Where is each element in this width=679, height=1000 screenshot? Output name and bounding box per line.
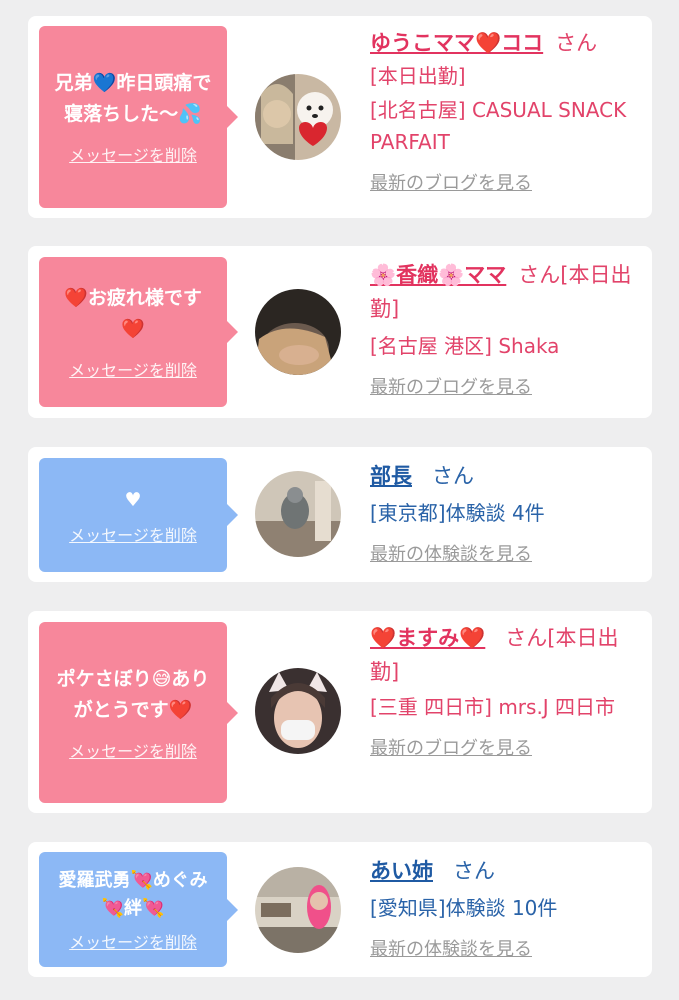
delete-message-link[interactable]: メッセージを削除 [69,522,197,546]
avatar[interactable] [255,867,341,953]
shop-line: [名古屋 港区] Shaka [370,334,560,358]
honorific: さん [555,31,598,55]
message-bubble: ♥ メッセージを削除 [39,458,238,572]
blog-link[interactable]: 最新のブログを見る [370,735,532,763]
card: ♥ メッセージを削除 部長 さん [東京都]体験談 4件 最新の体験談を見る [28,447,652,582]
review-count-line: [愛知県]体験談 10件 [370,896,558,920]
card: 愛羅武勇💘めぐみ💘絆💘 メッセージを削除 あい姉 さん [愛知県]体験談 10件 … [28,842,652,977]
review-count-line: [東京都]体験談 4件 [370,501,545,525]
avatar[interactable] [255,74,341,160]
avatar[interactable] [255,668,341,754]
honorific: さん [432,464,474,488]
name-line: あい姉 さん [370,854,638,888]
profile-name-link[interactable]: ❤️ますみ❤️ [370,626,485,650]
profile-info: ❤️ますみ❤️ さん[本日出勤] [三重 四日市] mrs.J 四日市 最新のブロ… [370,621,638,763]
honorific: さん [453,859,495,883]
delete-message-link[interactable]: メッセージを削除 [69,142,197,166]
name-line: 部長 さん [370,459,638,493]
card: 兄弟💙昨日頭痛で寝落ちした〜💦 メッセージを削除 ゆうこママ❤️ココ さん [本日… [28,16,652,218]
profile-name-link[interactable]: あい姉 [370,859,433,883]
name-line: 🌸香織🌸ママ さん[本日出勤] [370,258,638,326]
profile-info: あい姉 さん [愛知県]体験談 10件 最新の体験談を見る [370,854,638,964]
delete-message-link[interactable]: メッセージを削除 [69,357,197,381]
name-line: ゆうこママ❤️ココ さん [370,26,638,60]
profile-info: 🌸香織🌸ママ さん[本日出勤] [名古屋 港区] Shaka 最新のブログを見る [370,258,638,402]
delete-message-link[interactable]: メッセージを削除 [69,738,197,762]
avatar-photo-icon [255,668,341,754]
message-text: ❤️お疲れ様です❤️ [64,287,202,340]
blog-link[interactable]: 最新のブログを見る [370,374,532,402]
card: ポケさぼり😅ありがとうです❤️ メッセージを削除 ❤️ますみ❤️ さん[本日出勤]… [28,611,652,813]
profile-name-link[interactable]: 🌸香織🌸ママ [370,263,506,287]
message-bubble: ポケさぼり😅ありがとうです❤️ メッセージを削除 [39,622,238,803]
blog-link[interactable]: 最新のブログを見る [370,170,532,198]
message-text: ♥ [124,488,142,511]
avatar-photo-icon [255,471,341,557]
profile-name-link[interactable]: 部長 [370,464,412,488]
profile-info: 部長 さん [東京都]体験談 4件 最新の体験談を見る [370,459,638,569]
message-text: 愛羅武勇💘めぐみ💘絆💘 [58,869,208,919]
card: ❤️お疲れ様です❤️ メッセージを削除 🌸香織🌸ママ さん[本日出勤] [名古屋 … [28,246,652,418]
delete-message-link[interactable]: メッセージを削除 [69,929,197,953]
status-line: [本日出勤] [370,64,466,88]
avatar-photo-icon [255,74,341,160]
profile-info: ゆうこママ❤️ココ さん [本日出勤] [北名古屋] CASUAL SNACK P… [370,26,638,198]
message-text: ポケさぼり😅ありがとうです❤️ [56,667,210,721]
reviews-link[interactable]: 最新の体験談を見る [370,936,532,964]
profile-name-link[interactable]: ゆうこママ❤️ココ [370,31,543,55]
avatar-photo-icon [255,867,341,953]
message-text: 兄弟💙昨日頭痛で寝落ちした〜💦 [54,72,212,125]
message-bubble: 愛羅武勇💘めぐみ💘絆💘 メッセージを削除 [39,852,238,967]
avatar[interactable] [255,289,341,375]
avatar[interactable] [255,471,341,557]
avatar-photo-icon [255,289,341,375]
message-bubble: ❤️お疲れ様です❤️ メッセージを削除 [39,257,238,407]
name-line: ❤️ますみ❤️ さん[本日出勤] [370,621,638,689]
shop-line: [三重 四日市] mrs.J 四日市 [370,695,616,719]
message-bubble: 兄弟💙昨日頭痛で寝落ちした〜💦 メッセージを削除 [39,26,238,208]
reviews-link[interactable]: 最新の体験談を見る [370,541,532,569]
shop-line: [北名古屋] CASUAL SNACK PARFAIT [370,98,627,154]
